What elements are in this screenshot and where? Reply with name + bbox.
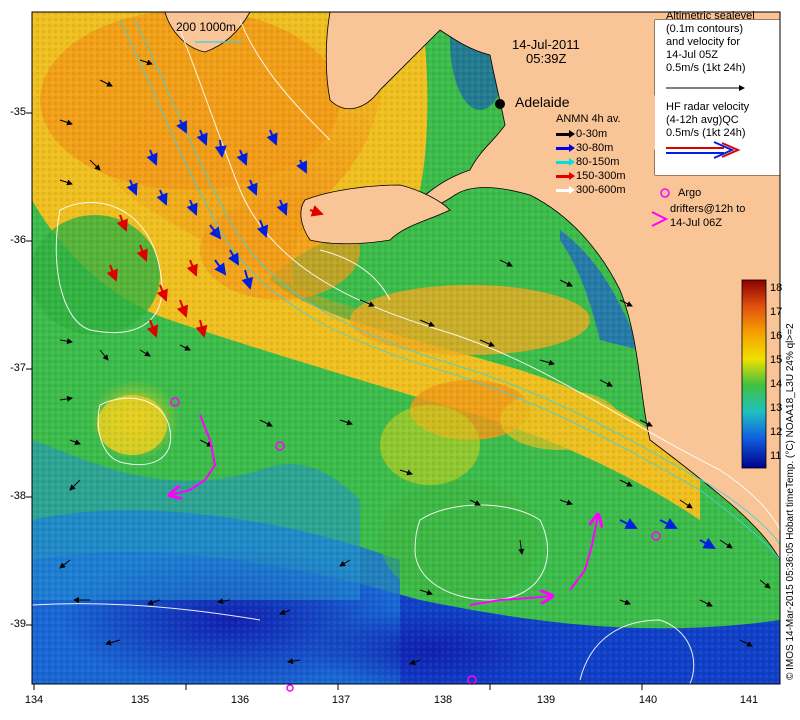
colorbar-tick: 11 <box>770 450 782 462</box>
colorbar-tick: 14 <box>770 378 783 390</box>
colorbar-tick: 12 <box>770 426 783 438</box>
credit-label: © IMOS 14-Mar-2015 05:36:05 Hobart time <box>785 488 796 680</box>
altimetry-line: (0.1m contours) <box>666 23 744 35</box>
y-tick-label: -39 <box>10 618 26 630</box>
anmn-legend-label: 0-30m <box>576 128 608 140</box>
y-tick-label: -35 <box>10 106 26 118</box>
x-tick-label: 134 <box>24 694 44 706</box>
anmn-legend-label: 30-80m <box>576 142 614 154</box>
altimetry-note: Altimetric sealevel (0.1m contours) and … <box>666 10 755 75</box>
x-tick-label: 135 <box>130 694 150 706</box>
arrow-icon <box>556 143 575 152</box>
x-tick-label: 140 <box>638 694 658 706</box>
x-tick-label: 139 <box>536 694 556 706</box>
hf-radar-line: 0.5m/s (1kt 24h) <box>666 127 746 139</box>
map-time: 05:39Z <box>526 51 567 66</box>
colorbar-tick: 15 <box>770 354 783 366</box>
colorbar-tick: 17 <box>770 306 783 318</box>
altimetry-line: and velocity for <box>666 36 740 48</box>
anmn-legend-title: ANMN 4h av. <box>556 113 621 125</box>
x-tick-label: 138 <box>433 694 453 706</box>
place-adelaide: Adelaide <box>515 94 570 110</box>
anmn-legend-label: 300-600m <box>576 184 626 196</box>
colorbar-tick: 13 <box>770 402 783 414</box>
anmn-legend-item: 0-30m <box>556 128 626 140</box>
anmn-legend-label: 150-300m <box>576 170 626 182</box>
arrow-icon <box>556 171 575 180</box>
scale-label: 200 1000m <box>176 20 237 34</box>
argo-note-line: drifters@12h to <box>670 203 746 215</box>
arrow-icon <box>556 129 575 138</box>
hf-radar-note: HF radar velocity (4-12h avg)QC 0.5m/s (… <box>666 101 749 140</box>
anmn-legend-item: 30-80m <box>556 142 626 154</box>
map-date: 14-Jul-2011 <box>512 37 580 52</box>
anmn-legend-item: 150-300m <box>556 170 626 182</box>
y-tick-label: -36 <box>10 234 26 246</box>
altimetry-line: Altimetric sealevel <box>666 10 755 22</box>
hf-radar-line: HF radar velocity <box>666 101 750 113</box>
x-tick-label: 137 <box>331 694 351 706</box>
colorbar-tick: 16 <box>770 330 783 342</box>
anmn-legend: ANMN 4h av. 0-30m 30-80m 80-150m 150-300… <box>556 113 626 196</box>
x-tick-label: 136 <box>230 694 250 706</box>
arrow-icon <box>556 185 575 194</box>
altimetry-line: 0.5m/s (1kt 24h) <box>666 62 746 74</box>
argo-note-title: Argo <box>678 187 702 199</box>
colorbar-tick: 18 <box>770 282 783 294</box>
adelaide-marker <box>495 99 505 109</box>
anmn-legend-item: 300-600m <box>556 184 626 196</box>
anmn-legend-label: 80-150m <box>576 156 620 168</box>
hf-radar-line: (4-12h avg)QC <box>666 114 739 126</box>
anmn-legend-item: 80-150m <box>556 156 626 168</box>
altimetry-line: 14-Jul 05Z <box>666 49 718 61</box>
colorbar-label: Temp. (°C) NOAA18_L3U 24% ql>=2 <box>785 323 796 488</box>
argo-note-line: 14-Jul 06Z <box>670 217 722 229</box>
y-tick-label: -37 <box>10 362 26 374</box>
y-tick-label: -38 <box>10 490 26 502</box>
x-tick-label: 141 <box>739 694 759 706</box>
arrow-icon <box>556 157 575 166</box>
colorbar <box>741 279 767 469</box>
